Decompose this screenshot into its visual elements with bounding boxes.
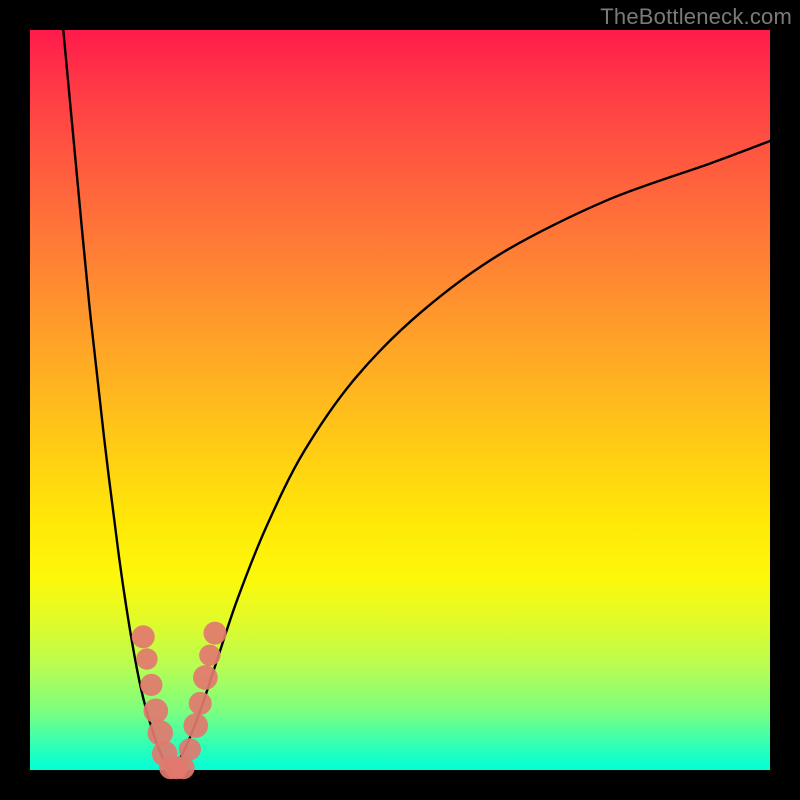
chart-frame: TheBottleneck.com [0,0,800,800]
data-marker [183,713,208,738]
marker-layer [132,622,227,780]
data-marker [140,674,162,696]
data-marker [132,625,155,648]
data-marker [203,622,226,645]
plot-area [30,30,770,770]
data-marker [179,738,201,760]
curve-layer [63,30,770,770]
bottleneck-curve [63,30,770,770]
data-marker [136,648,157,669]
watermark-text: TheBottleneck.com [600,4,792,30]
data-marker [193,665,218,690]
chart-svg [30,30,770,770]
data-marker [143,698,168,723]
data-marker [199,645,220,666]
data-marker [189,692,212,715]
